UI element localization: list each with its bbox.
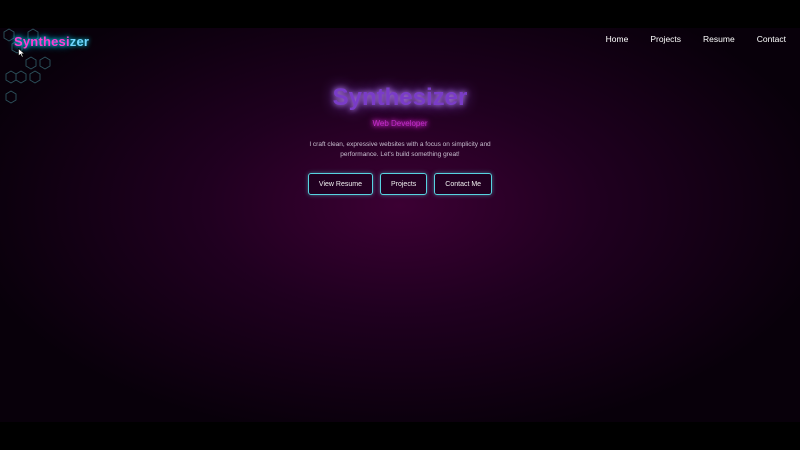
- hero-description: I craft clean, expressive websites with …: [309, 141, 491, 158]
- page-viewport: Synthesizer Home Projects Resume Contact…: [0, 28, 800, 422]
- nav-resume[interactable]: Resume: [703, 34, 735, 44]
- main-nav: Home Projects Resume Contact: [606, 34, 786, 44]
- nav-projects[interactable]: Projects: [650, 34, 681, 44]
- hero-subtitle: Web Developer: [372, 119, 428, 128]
- nav-contact[interactable]: Contact: [757, 34, 786, 44]
- projects-button[interactable]: Projects: [379, 173, 428, 195]
- hero-actions: View Resume Projects Contact Me: [0, 173, 800, 195]
- nav-home[interactable]: Home: [606, 34, 629, 44]
- contact-me-button[interactable]: Contact Me: [434, 173, 493, 195]
- letterbox-top: [0, 0, 800, 28]
- site-logo[interactable]: Synthesizer: [14, 34, 89, 49]
- letterbox-bottom: [0, 422, 800, 450]
- logo-tail-text: zer: [69, 34, 90, 49]
- hero-title: Synthesizer: [332, 84, 468, 111]
- view-resume-button[interactable]: View Resume: [307, 173, 373, 195]
- logo-main-text: Synthesi: [14, 34, 70, 49]
- mouse-pointer-icon: [18, 48, 26, 58]
